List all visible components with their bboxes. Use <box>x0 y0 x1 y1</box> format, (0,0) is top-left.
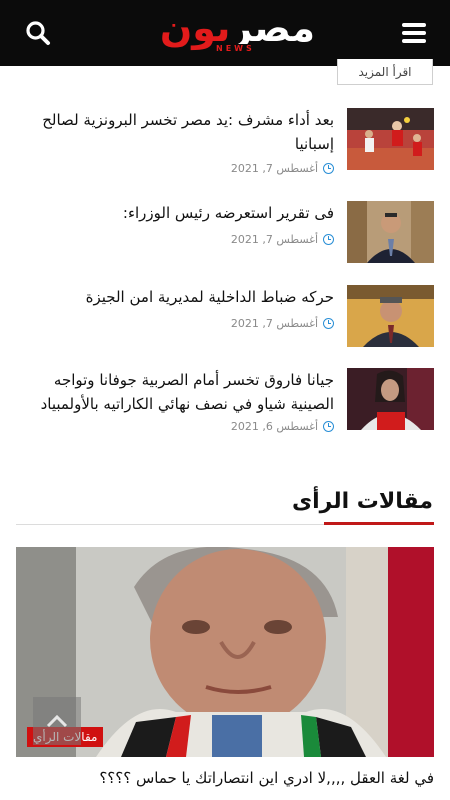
chevron-up-icon <box>46 714 68 728</box>
officer-photo[interactable] <box>347 285 434 347</box>
featured-article-title[interactable]: في لغة العقل ,,,,لا ادري اين انتصاراتك ي… <box>16 769 434 787</box>
news-date: أغسطس 7, 2021 <box>231 317 334 330</box>
news-date: أغسطس 7, 2021 <box>231 162 334 175</box>
clock-icon <box>323 421 334 432</box>
menu-button[interactable] <box>398 17 430 49</box>
handball-photo[interactable] <box>347 108 434 170</box>
news-date: أغسطس 6, 2021 <box>231 420 334 433</box>
news-item[interactable]: بعد أداء مشرف :يد مصر تخسر البرونزية لصا… <box>16 108 434 175</box>
clock-icon <box>323 234 334 245</box>
search-button[interactable] <box>22 17 54 49</box>
news-date-text: أغسطس 7, 2021 <box>230 317 318 330</box>
section-divider-accent <box>324 522 434 525</box>
news-title[interactable]: حركه ضباط الداخلية لمديرية امن الجيزة <box>16 285 334 309</box>
clock-icon <box>323 318 334 329</box>
section-title: مقالات الرأى <box>291 489 433 514</box>
news-title[interactable]: جيانا فاروق تخسر أمام الصربية جوفانا وتو… <box>16 368 334 416</box>
read-more-button[interactable]: اقرأ المزيد <box>337 59 433 85</box>
search-icon <box>26 21 50 45</box>
hamburger-menu-icon <box>402 23 426 43</box>
logo-news-label: NEWS <box>213 44 258 53</box>
news-title[interactable]: فى تقرير استعرضه رئيس الوزراء: <box>16 201 334 225</box>
site-logo[interactable]: مصريون NEWS <box>135 6 315 58</box>
news-date-text: أغسطس 6, 2021 <box>230 420 318 433</box>
news-item[interactable]: جيانا فاروق تخسر أمام الصربية جوفانا وتو… <box>16 368 434 433</box>
site-header: مصريون NEWS <box>0 0 450 66</box>
karate-athlete-photo[interactable] <box>347 368 434 430</box>
news-date-text: أغسطس 7, 2021 <box>230 162 318 175</box>
news-item[interactable]: حركه ضباط الداخلية لمديرية امن الجيزة أغ… <box>16 285 434 349</box>
news-date: أغسطس 7, 2021 <box>231 233 334 246</box>
scroll-to-top-button[interactable] <box>33 697 81 745</box>
prime-minister-photo[interactable] <box>347 201 434 263</box>
news-date-text: أغسطس 7, 2021 <box>230 233 318 246</box>
clock-icon <box>323 163 334 174</box>
news-title[interactable]: بعد أداء مشرف :يد مصر تخسر البرونزية لصا… <box>16 108 334 156</box>
news-item[interactable]: فى تقرير استعرضه رئيس الوزراء: أغسطس 7, … <box>16 201 434 265</box>
